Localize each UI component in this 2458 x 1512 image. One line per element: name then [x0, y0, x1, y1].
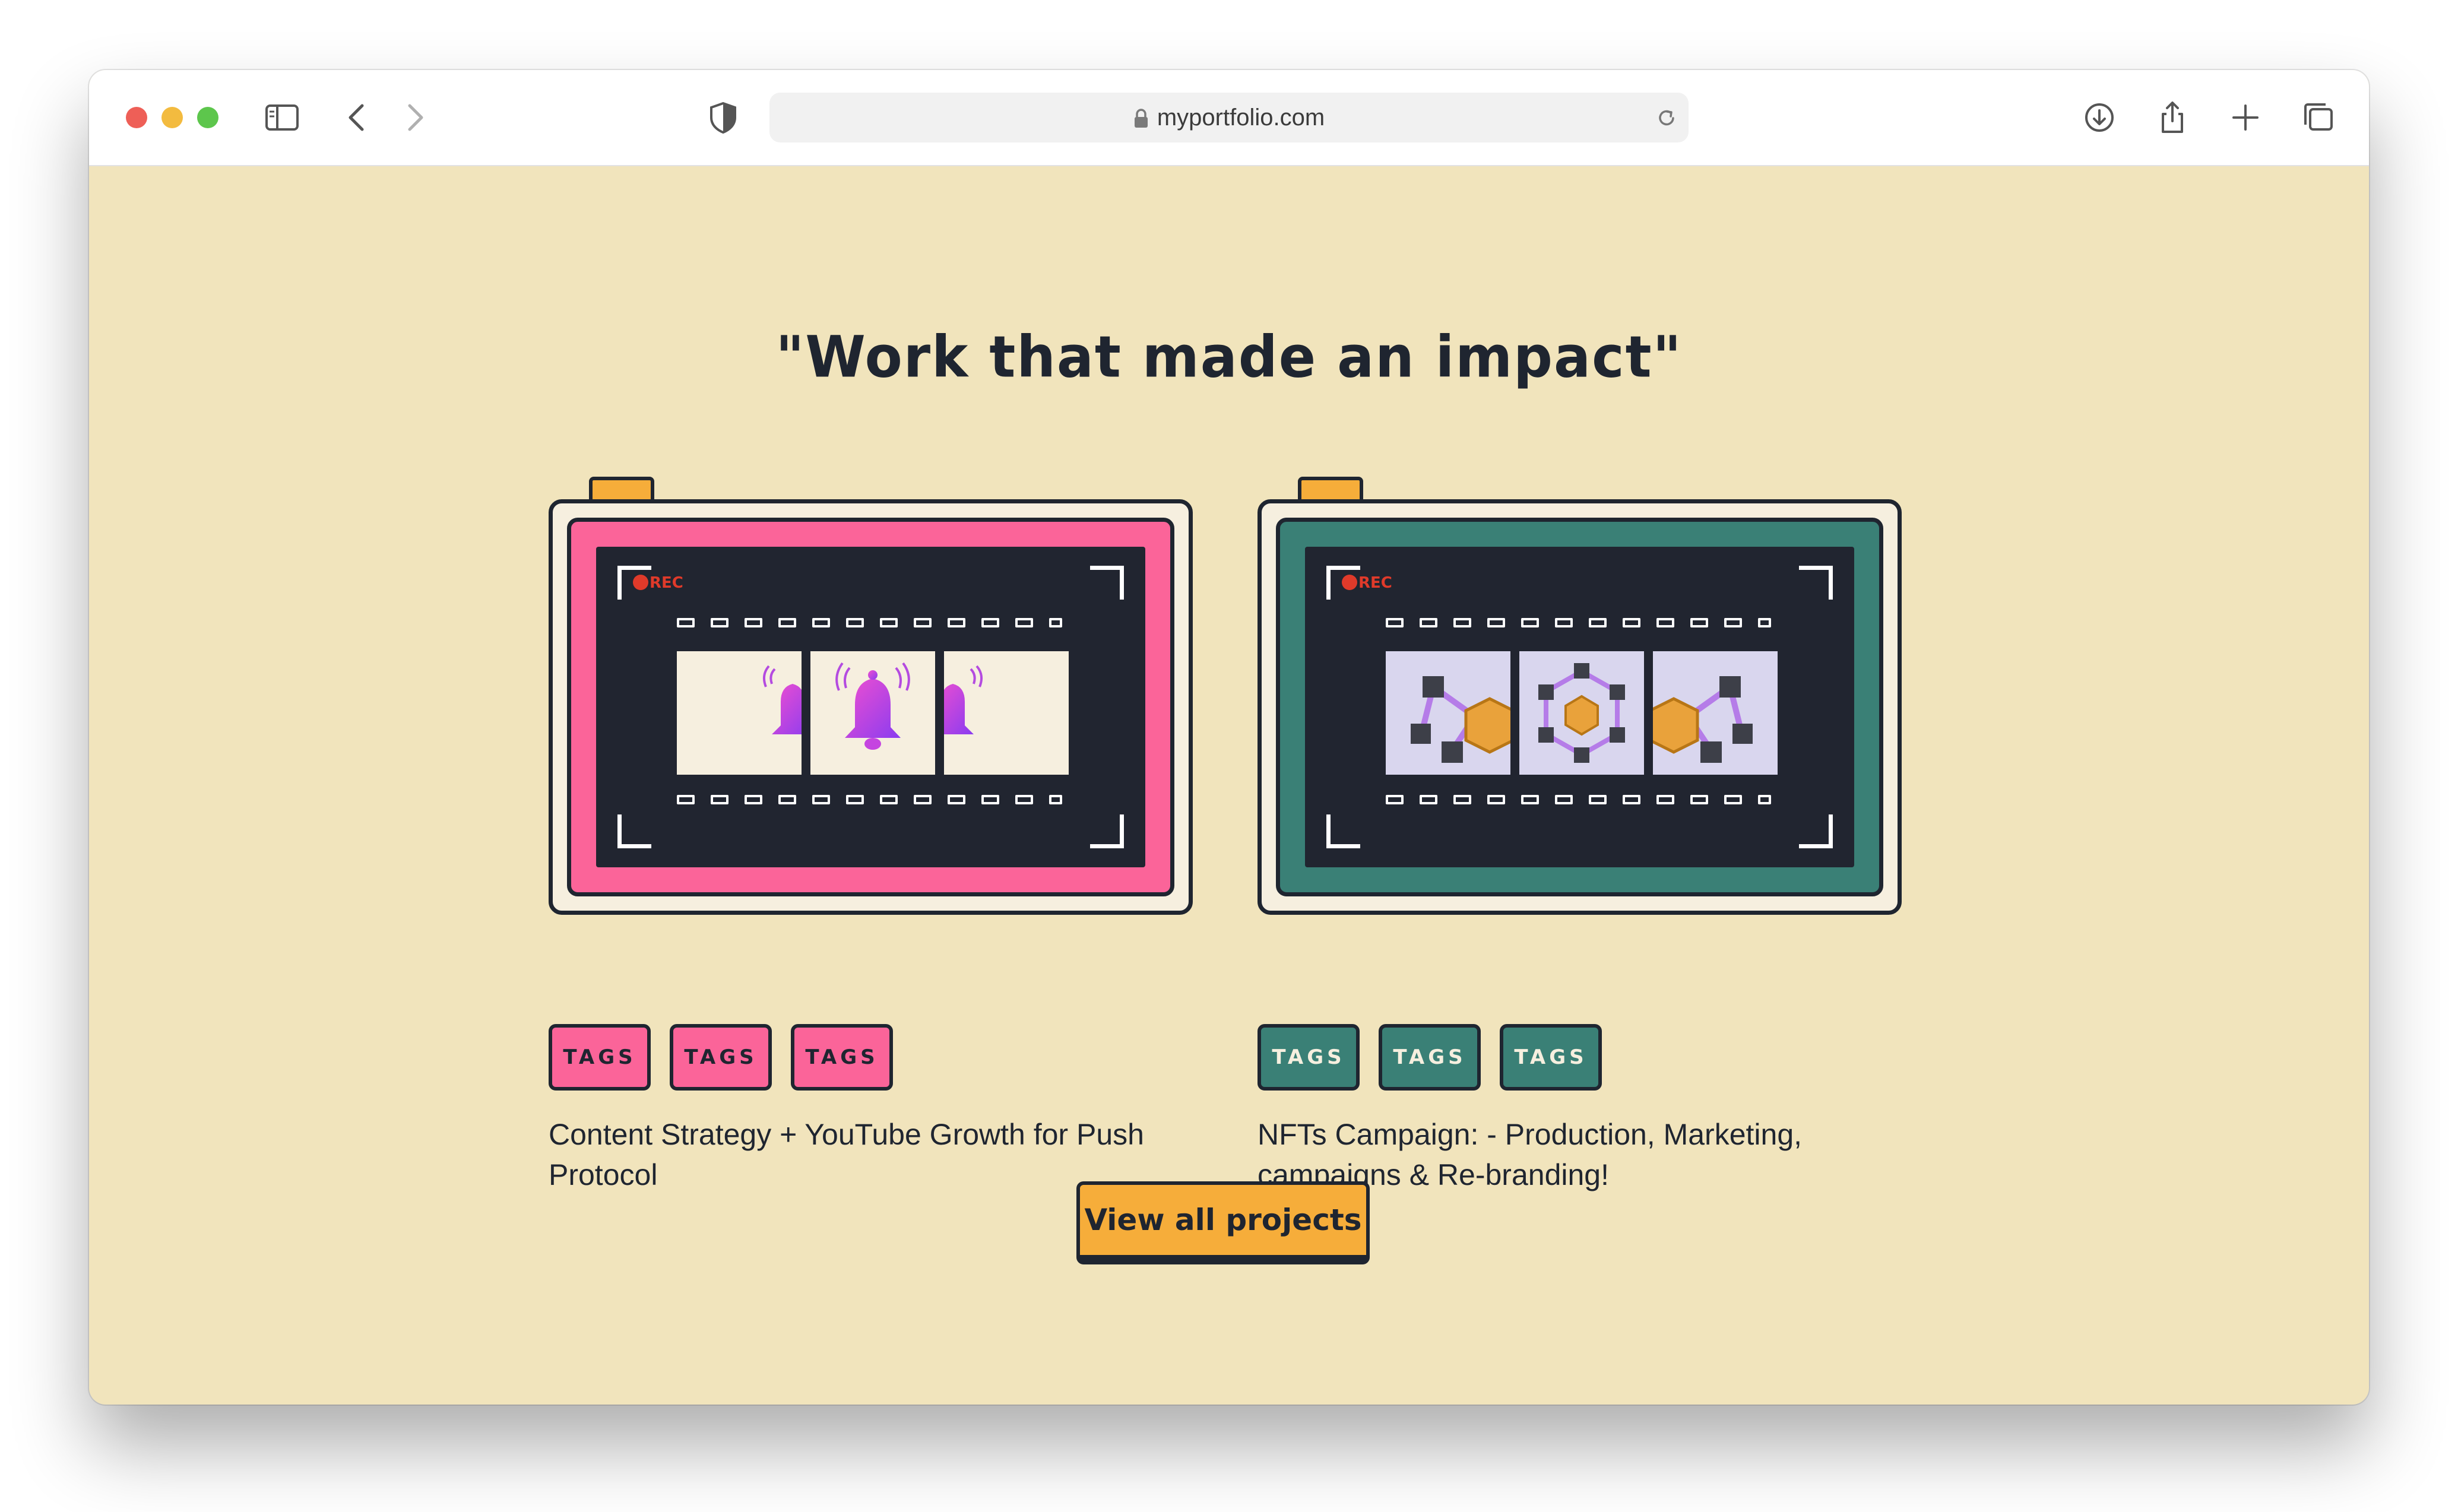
close-window-button[interactable] — [126, 107, 147, 128]
section-headline: "Work that made an impact" — [775, 324, 1683, 391]
film-frame — [1653, 651, 1778, 775]
nft-cube-network-icon — [1538, 663, 1625, 763]
browser-window: myportfolio.com "Work that made an impac… — [89, 70, 2369, 1405]
tag-chip[interactable]: TAGS — [791, 1024, 893, 1091]
url-text: myportfolio.com — [1157, 104, 1325, 131]
film-frame — [677, 651, 802, 775]
new-tab-icon[interactable] — [2226, 99, 2264, 137]
film-frame — [944, 651, 1069, 775]
camera-screen: REC — [596, 547, 1145, 867]
film-sprockets-top — [677, 618, 1069, 631]
rec-label: REC — [650, 574, 683, 592]
camera-accent-border: REC — [1276, 518, 1883, 896]
camera-frame: REC — [1257, 499, 1902, 915]
share-icon[interactable] — [2153, 99, 2191, 137]
viewfinder-corner — [1799, 566, 1833, 600]
view-all-projects-button[interactable]: View all projects — [1076, 1181, 1370, 1264]
minimize-window-button[interactable] — [161, 107, 183, 128]
tag-chip[interactable]: TAGS — [1500, 1024, 1602, 1091]
film-frame — [1519, 651, 1644, 775]
bell-icon — [762, 665, 802, 734]
download-icon[interactable] — [2080, 99, 2118, 137]
tag-list: TAGS TAGS TAGS — [549, 1024, 1193, 1091]
camera-frame: REC — [549, 499, 1193, 915]
rec-label: REC — [1358, 574, 1392, 592]
zoom-window-button[interactable] — [197, 107, 218, 128]
viewfinder-corner — [1799, 814, 1833, 848]
tag-chip[interactable]: TAGS — [1257, 1024, 1360, 1091]
film-sprockets-top — [1386, 618, 1778, 631]
tag-chip[interactable]: TAGS — [549, 1024, 651, 1091]
viewfinder-corner — [1326, 814, 1360, 848]
address-bar[interactable]: myportfolio.com — [769, 93, 1689, 142]
sidebar-icon[interactable] — [263, 99, 301, 137]
tag-chip[interactable]: TAGS — [670, 1024, 772, 1091]
film-sprockets-bottom — [1386, 795, 1778, 808]
nft-cube-network-icon — [1411, 676, 1510, 763]
camera-accent-border: REC — [567, 518, 1174, 896]
project-thumbnail[interactable]: REC — [549, 477, 1193, 915]
bell-icon — [835, 662, 910, 750]
camera-screen: REC — [1305, 547, 1854, 867]
tab-overview-icon[interactable] — [2299, 99, 2337, 137]
rec-dot-icon — [633, 574, 648, 590]
rec-indicator: REC — [1342, 574, 1392, 592]
tag-list: TAGS TAGS TAGS — [1257, 1024, 1902, 1091]
nft-cube-network-icon — [1653, 676, 1753, 763]
viewfinder-corner — [617, 814, 651, 848]
shield-icon[interactable] — [704, 99, 742, 137]
rec-dot-icon — [1342, 574, 1357, 590]
tag-chip[interactable]: TAGS — [1379, 1024, 1481, 1091]
project-description[interactable]: Content Strategy + YouTube Growth for Pu… — [549, 1114, 1166, 1195]
lock-icon — [1134, 109, 1148, 128]
viewfinder-corner — [1090, 566, 1124, 600]
forward-icon[interactable] — [395, 99, 433, 137]
browser-toolbar: myportfolio.com — [89, 70, 2369, 166]
film-sprockets-bottom — [677, 795, 1069, 808]
film-frame — [810, 651, 935, 775]
reload-icon[interactable] — [1655, 107, 1678, 129]
bell-icon — [944, 665, 983, 734]
project-thumbnail[interactable]: REC — [1257, 477, 1902, 915]
viewfinder-corner — [1090, 814, 1124, 848]
film-frame — [1386, 651, 1510, 775]
back-icon[interactable] — [338, 99, 376, 137]
rec-indicator: REC — [633, 574, 683, 592]
